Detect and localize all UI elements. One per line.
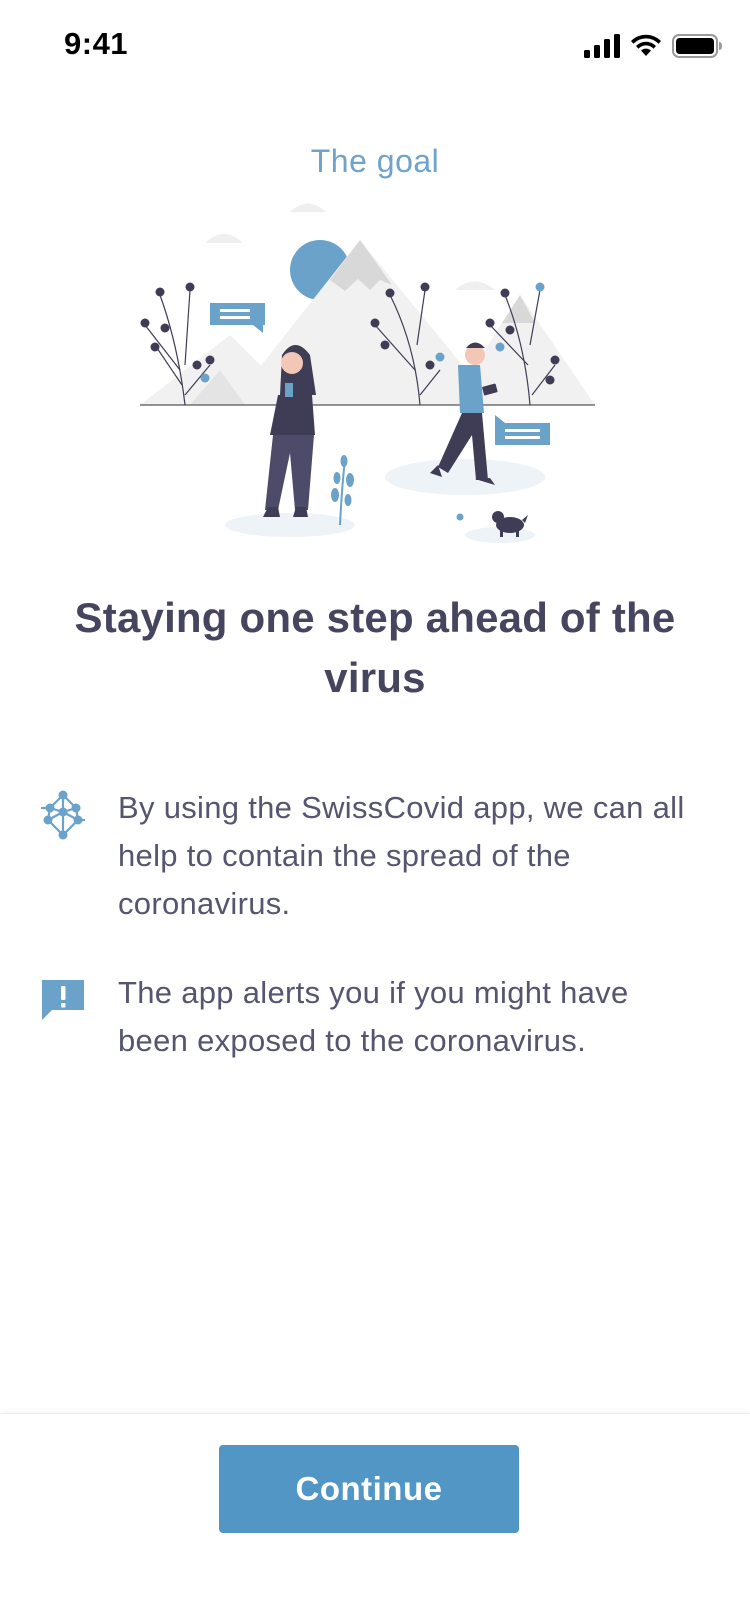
wifi-icon	[631, 34, 661, 56]
status-bar: 9:41	[0, 0, 750, 94]
info-item-alerts: The app alerts you if you might have bee…	[38, 975, 718, 1085]
headline: Staying one step ahead of the virus	[74, 594, 676, 701]
network-nodes-icon	[41, 790, 85, 840]
section-label: The goal	[310, 143, 440, 179]
info-text-alerts: The app alerts you if you might have bee…	[118, 975, 629, 1058]
footer: Continue	[0, 1413, 750, 1624]
status-time: 9:41	[64, 26, 129, 61]
info-text-contain-spread: By using the SwissCovid app, we can all …	[118, 790, 685, 921]
status-icons	[584, 32, 722, 60]
continue-button[interactable]: Continue	[219, 1445, 519, 1533]
cellular-signal-icon	[584, 34, 620, 58]
alert-message-icon	[42, 980, 84, 1020]
battery-icon	[672, 34, 722, 58]
people-with-phones-illustration	[140, 203, 595, 543]
info-item-contain-spread: By using the SwissCovid app, we can all …	[38, 790, 718, 940]
